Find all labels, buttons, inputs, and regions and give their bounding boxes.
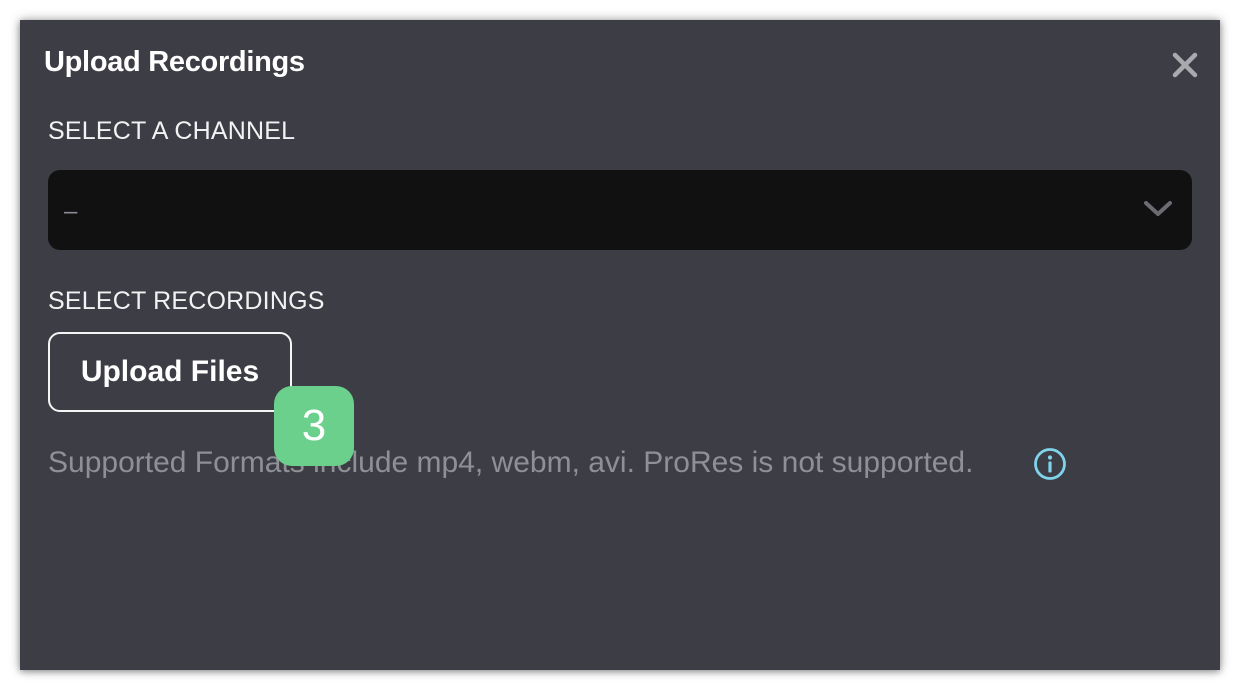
close-icon <box>1172 52 1198 78</box>
dialog-title: Upload Recordings <box>44 46 305 78</box>
info-button[interactable] <box>1033 447 1067 481</box>
supported-formats-text: Supported Formats include mp4, webm, avi… <box>48 446 974 479</box>
channel-select-value: – <box>64 198 78 225</box>
info-icon <box>1034 448 1066 480</box>
chevron-down-icon <box>1144 201 1172 216</box>
recordings-section-label: SELECT RECORDINGS <box>48 287 325 315</box>
upload-recordings-dialog: Upload Recordings SELECT A CHANNEL – SEL… <box>20 20 1220 670</box>
close-button[interactable] <box>1170 50 1200 80</box>
step-number-badge: 3 <box>274 386 354 466</box>
channel-section-label: SELECT A CHANNEL <box>48 117 296 145</box>
upload-files-button[interactable]: Upload Files <box>48 332 292 412</box>
channel-select[interactable]: – <box>48 170 1192 250</box>
